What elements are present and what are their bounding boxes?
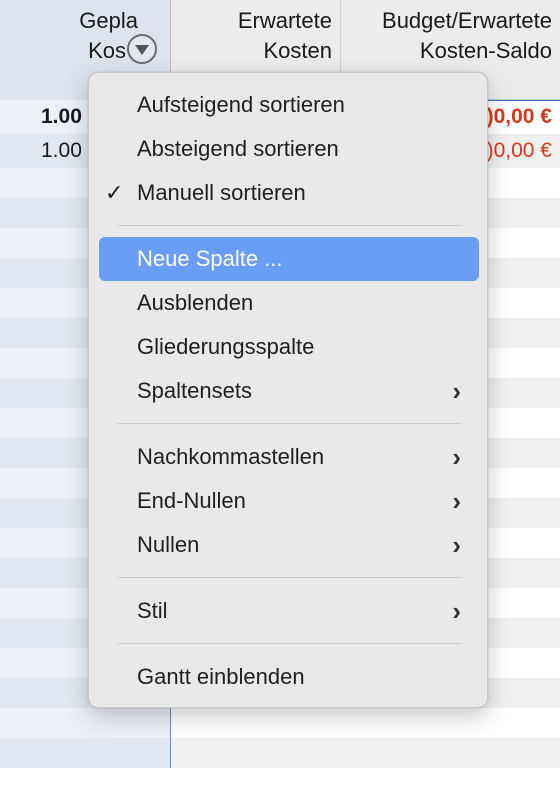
menu-item-label: Gantt einblenden: [137, 664, 305, 689]
menu-item-sort-descending[interactable]: Absteigend sortieren: [99, 127, 479, 171]
menu-item-label: Nullen: [137, 532, 200, 557]
selected-column-cell: [0, 708, 171, 738]
menu-item-label: Ausblenden: [137, 290, 254, 315]
column-header-label-line1: Budget/Erwartete: [382, 8, 552, 33]
menu-item-hide[interactable]: Ausblenden: [99, 281, 479, 325]
column-header-label-line2: Kosten: [263, 38, 333, 63]
cell-budget-saldo: )0,00 €: [486, 139, 552, 162]
menu-item-label: Aufsteigend sortieren: [137, 92, 345, 117]
menu-item-sort-ascending[interactable]: Aufsteigend sortieren: [99, 83, 479, 127]
cell-budget-saldo: )0,00 €: [486, 105, 552, 128]
menu-separator: [117, 423, 461, 424]
chevron-right-icon: ›: [452, 596, 461, 626]
menu-item-decimal-places[interactable]: Nachkommastellen ›: [99, 435, 479, 479]
column-context-menu: Aufsteigend sortieren Absteigend sortier…: [88, 72, 488, 708]
menu-item-trailing-zeros[interactable]: End-Nullen ›: [99, 479, 479, 523]
column-menu-button[interactable]: [127, 34, 157, 64]
menu-item-label: Gliederungsspalte: [137, 334, 315, 359]
menu-item-label: Neue Spalte ...: [137, 246, 283, 271]
menu-item-label: Stil: [137, 598, 168, 623]
column-header-label-line2: Kosten-Saldo: [419, 38, 552, 63]
menu-item-label: Nachkommastellen: [137, 444, 325, 469]
menu-item-style[interactable]: Stil ›: [99, 589, 479, 633]
menu-separator: [117, 577, 461, 578]
menu-item-label: Spaltensets: [137, 378, 252, 403]
menu-item-label: Absteigend sortieren: [137, 136, 339, 161]
menu-separator: [117, 225, 461, 226]
chevron-right-icon: ›: [452, 486, 461, 516]
cell-geplante-kosten: 1.00: [41, 139, 82, 162]
menu-item-label: Manuell sortieren: [137, 180, 306, 205]
chevron-right-icon: ›: [452, 530, 461, 560]
menu-item-show-gantt[interactable]: Gantt einblenden: [99, 655, 479, 699]
menu-separator: [117, 643, 461, 644]
chevron-right-icon: ›: [452, 376, 461, 406]
cell-geplante-kosten: 1.00: [41, 105, 82, 128]
column-header-label-line1: Gepla: [79, 8, 138, 33]
checkmark-icon: ✓: [105, 180, 124, 205]
chevron-right-icon: ›: [452, 442, 461, 472]
selected-column-cell: [0, 738, 171, 768]
menu-item-new-column[interactable]: Neue Spalte ...: [99, 237, 479, 281]
table-row[interactable]: [0, 708, 560, 738]
menu-item-outline-column[interactable]: Gliederungsspalte: [99, 325, 479, 369]
menu-item-label: End-Nullen: [137, 488, 246, 513]
menu-item-zeros[interactable]: Nullen ›: [99, 523, 479, 567]
column-header-label-line1: Erwartete: [237, 8, 332, 33]
table-row[interactable]: [0, 738, 560, 768]
menu-item-column-sets[interactable]: Spaltensets ›: [99, 369, 479, 413]
menu-item-sort-manual[interactable]: ✓ Manuell sortieren: [99, 171, 479, 215]
